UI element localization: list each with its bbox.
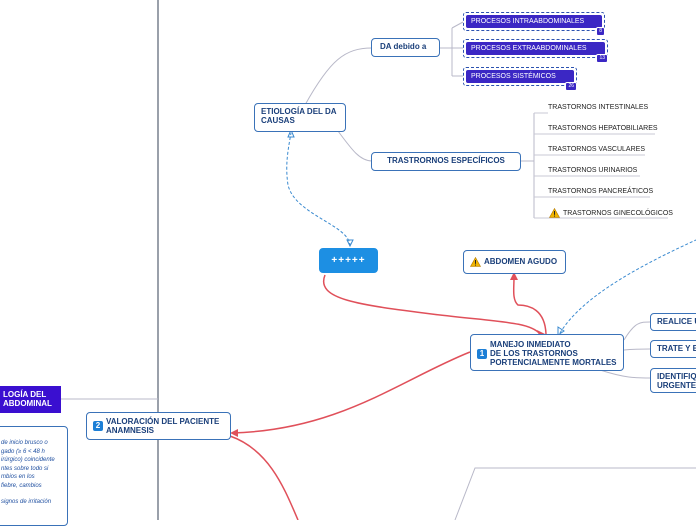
link-bottom-right xyxy=(454,467,696,520)
link-manejo-valoracion xyxy=(231,351,471,434)
link-valoracion-down xyxy=(229,435,299,520)
warning-triangle-icon xyxy=(549,208,560,218)
leaf-pancreaticos[interactable]: TRASTORNOS PANCREÁTICOS xyxy=(548,187,653,196)
leaf-label: TRASTORNOS GINECOLÓGICOS xyxy=(563,209,673,217)
link-plus-etiologia xyxy=(286,132,351,247)
warning-triangle-icon xyxy=(470,256,481,267)
node-fisiologia[interactable]: LOGÍA DEL ABDOMINAL xyxy=(0,386,61,413)
node-da-debido[interactable]: DA debido a xyxy=(371,38,440,57)
leaf-vasculares[interactable]: TRASTORNOS VASCULARES xyxy=(548,145,645,154)
chip-count-badge: 26 xyxy=(565,82,577,91)
node-label: ABDOMEN AGUDO xyxy=(484,257,558,266)
note-line: signos de irritación xyxy=(1,499,52,505)
link-etiologia-da xyxy=(304,47,373,106)
node-etiologia[interactable]: ETIOLOGÍA DEL DA CAUSAS xyxy=(254,103,346,132)
leaf-hepatobiliares[interactable]: TRASTORNOS HEPATOBILIARES xyxy=(548,124,658,133)
note-line: mbios en los xyxy=(1,474,35,480)
note-line xyxy=(1,490,64,498)
node-abdomen-agudo[interactable]: ABDOMEN AGUDO xyxy=(463,250,566,274)
link-da-chips xyxy=(440,21,464,77)
node-realice[interactable]: REALICE UN xyxy=(650,313,696,331)
node-valoracion[interactable]: 2 VALORACIÓN DEL PACIENTE ANAMNESIS xyxy=(86,412,231,440)
link-manejo-identifique xyxy=(599,369,651,379)
link-etiologia-trastornos xyxy=(337,130,373,162)
chip-sistemicos[interactable]: PROCESOS SISTÉMICOS 26 xyxy=(463,67,577,91)
node-label: MANEJO INMEDIATO DE LOS TRASTORNOS PORTE… xyxy=(490,340,617,367)
link-manejo-trate xyxy=(623,348,651,351)
chip-count-badge: 13 xyxy=(596,54,608,63)
link-manejo-abdomen xyxy=(512,277,547,335)
note-line: ntes sobre todo si xyxy=(1,465,49,472)
node-trate[interactable]: TRATE Y ES xyxy=(650,340,696,358)
node-label: VALORACIÓN DEL PACIENTE ANAMNESIS xyxy=(106,417,220,435)
note-line: fiebre, cambios xyxy=(1,482,42,489)
numbered-square-icon: 1 xyxy=(477,348,487,359)
chip-label: PROCESOS INTRAABDOMINALES xyxy=(466,15,602,28)
chip-count-badge: 8 xyxy=(596,27,605,36)
node-plus[interactable]: +++++ xyxy=(319,248,378,273)
chip-extraabdominales[interactable]: PROCESOS EXTRAABDOMINALES 13 xyxy=(463,39,608,63)
node-trastornos-especificos[interactable]: TRASTRORNOS ESPECÍFICOS xyxy=(371,152,521,171)
link-trastornos-spine xyxy=(521,113,535,218)
note-anamnesis: de inicio brusco o gado (≥ 6 < 48 h irúr… xyxy=(0,426,68,526)
link-manejo-realice xyxy=(623,321,651,341)
leaf-ginecologicos[interactable]: TRASTORNOS GINECOLÓGICOS xyxy=(549,208,673,218)
chip-intraabdominales[interactable]: PROCESOS INTRAABDOMINALES 8 xyxy=(463,12,605,36)
chip-label: PROCESOS SISTÉMICOS xyxy=(466,70,574,83)
note-line: irúrgico) coincidente xyxy=(1,457,55,463)
leaf-intestinales[interactable]: TRASTORNOS INTESTINALES xyxy=(548,103,648,112)
link-plus-manejo xyxy=(322,274,541,335)
node-identifique[interactable]: IDENTIFIQU URGENTE xyxy=(650,368,696,393)
leaf-urinarios[interactable]: TRASTORNOS URINARIOS xyxy=(548,166,637,175)
note-line: gado (≥ 6 < 48 h xyxy=(1,448,45,455)
note-line: de inicio brusco o xyxy=(1,440,48,446)
numbered-square-icon: 2 xyxy=(93,421,103,431)
node-manejo[interactable]: 1 MANEJO INMEDIATO DE LOS TRASTORNOS POR… xyxy=(470,334,624,371)
chip-label: PROCESOS EXTRAABDOMINALES xyxy=(466,42,605,55)
